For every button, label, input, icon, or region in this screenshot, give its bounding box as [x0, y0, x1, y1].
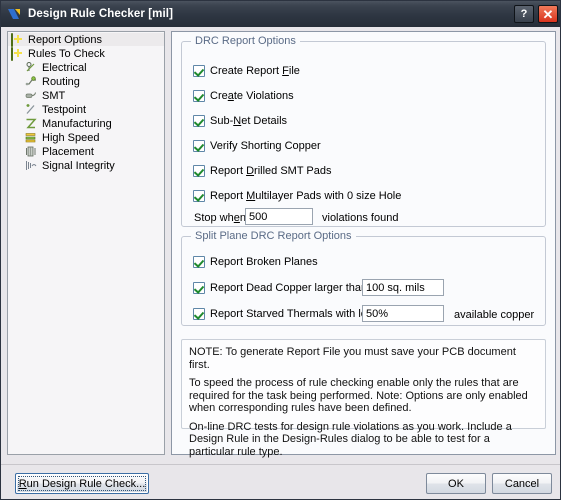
signal-integrity-rule-icon: [25, 160, 39, 172]
smt-rule-icon: [25, 90, 39, 102]
tree-item-manufacturing[interactable]: Manufacturing: [8, 117, 164, 130]
checkbox-box[interactable]: [193, 165, 205, 177]
split-plane-options-title: Split Plane DRC Report Options: [191, 230, 356, 242]
dead-copper-input[interactable]: 100 sq. mils: [362, 279, 444, 296]
tree-item-label: Rules To Check: [28, 47, 105, 60]
tree-item-routing[interactable]: Routing: [8, 75, 164, 88]
note-line-2: To speed the process of rule checking en…: [189, 377, 528, 414]
green-folder-icon: [11, 46, 25, 61]
cancel-button[interactable]: Cancel: [492, 473, 552, 494]
tree-item-report-options[interactable]: Report Options: [8, 32, 164, 47]
testpoint-rule-icon: [25, 103, 39, 116]
window-title: Design Rule Checker [mil]: [28, 8, 174, 20]
tree-item-placement[interactable]: Placement: [8, 145, 164, 158]
stop-when-label: Stop when: [194, 212, 246, 224]
checkbox-report-drilled-smt-pads[interactable]: Report Drilled SMT Pads: [193, 164, 331, 178]
electrical-rule-icon: [25, 61, 39, 74]
note-line-3: On-line DRC tests for design rule violat…: [189, 420, 512, 458]
tree-item-high-speed[interactable]: High Speed: [8, 131, 164, 144]
checkbox-label: Sub-Net Details: [210, 115, 288, 127]
tree-item-label: Testpoint: [42, 103, 87, 116]
tree-item-label: Report Options: [28, 33, 102, 46]
tree-item-label: SMT: [42, 89, 66, 102]
checkbox-label: Report Broken Planes: [210, 256, 318, 268]
stop-when-input[interactable]: 500: [245, 208, 313, 225]
routing-rule-icon: [25, 75, 39, 88]
checkbox-box[interactable]: [193, 282, 205, 294]
note-box: NOTE: To generate Report File you must s…: [181, 339, 546, 458]
checkbox-box[interactable]: [193, 190, 205, 202]
tree-item-label: Routing: [42, 75, 80, 88]
manufacturing-rule-icon: [25, 118, 39, 130]
checkbox-box[interactable]: [193, 90, 205, 102]
checkbox-box[interactable]: [193, 256, 205, 268]
checkbox-report-multilayer-pads[interactable]: Report Multilayer Pads with 0 size Hole: [193, 189, 401, 203]
checkbox-create-report-file[interactable]: Create Report File: [193, 64, 300, 78]
navigation-tree[interactable]: Report Options Rules To Check Electrical: [7, 31, 165, 455]
checkbox-label: Verify Shorting Copper: [210, 140, 321, 152]
tree-item-smt[interactable]: SMT: [8, 89, 164, 102]
checkbox-label: Report Dead Copper larger than: [210, 282, 368, 294]
green-folder-icon: [11, 32, 25, 47]
run-design-rule-check-button[interactable]: Run Design Rule Check...: [15, 473, 149, 494]
drc-report-options-title: DRC Report Options: [191, 35, 300, 47]
checkbox-label: Create Violations: [210, 90, 294, 102]
options-panel: DRC Report Options Create Report File Cr…: [171, 31, 556, 458]
checkbox-label: Report Multilayer Pads with 0 size Hole: [210, 190, 402, 202]
tree-item-testpoint[interactable]: Testpoint: [8, 103, 164, 116]
focus-ring: [18, 476, 146, 491]
dialog-footer: Run Design Rule Check... OK Cancel: [1, 464, 560, 499]
tree-item-rules-to-check[interactable]: Rules To Check: [8, 46, 164, 61]
tree-item-label: Placement: [42, 145, 94, 158]
checkbox-create-violations[interactable]: Create Violations: [193, 89, 294, 103]
checkbox-label: Report Drilled SMT Pads: [210, 165, 332, 177]
tree-item-electrical[interactable]: Electrical: [8, 61, 164, 74]
checkbox-box[interactable]: [193, 308, 205, 320]
tree-item-label: High Speed: [42, 131, 100, 144]
available-copper-label: available copper: [454, 309, 535, 321]
checkbox-box[interactable]: [193, 140, 205, 152]
starved-thermals-input[interactable]: 50%: [362, 305, 444, 322]
close-icon[interactable]: ✕: [538, 5, 558, 23]
tree-item-label: Manufacturing: [42, 117, 112, 130]
title-bar[interactable]: Design Rule Checker [mil] ? ✕: [1, 1, 560, 28]
checkbox-verify-shorting-copper[interactable]: Verify Shorting Copper: [193, 139, 321, 153]
checkbox-report-dead-copper[interactable]: Report Dead Copper larger than: [193, 281, 367, 295]
split-plane-options-group: Split Plane DRC Report Options Report Br…: [181, 230, 546, 326]
drc-report-options-group: DRC Report Options Create Report File Cr…: [181, 35, 546, 227]
dialog-body: Report Options Rules To Check Electrical: [1, 27, 560, 464]
checkbox-report-broken-planes[interactable]: Report Broken Planes: [193, 255, 318, 269]
note-line-1: NOTE: To generate Report File you must s…: [189, 346, 516, 371]
checkbox-box[interactable]: [193, 115, 205, 127]
placement-rule-icon: [25, 146, 39, 158]
checkbox-sub-net-details[interactable]: Sub-Net Details: [193, 114, 287, 128]
violations-found-label: violations found: [322, 212, 399, 224]
high-speed-rule-icon: [25, 132, 39, 144]
tree-item-label: Signal Integrity: [42, 159, 115, 172]
checkbox-box[interactable]: [193, 65, 205, 77]
ok-button[interactable]: OK: [426, 473, 486, 494]
tree-item-label: Electrical: [42, 61, 87, 74]
help-button[interactable]: ?: [514, 5, 534, 23]
design-rule-checker-dialog: Design Rule Checker [mil] ? ✕ Report Opt…: [0, 0, 561, 500]
altium-logo-icon: [7, 6, 23, 22]
tree-item-signal-integrity[interactable]: Signal Integrity: [8, 159, 164, 172]
checkbox-label: Create Report File: [210, 65, 300, 77]
